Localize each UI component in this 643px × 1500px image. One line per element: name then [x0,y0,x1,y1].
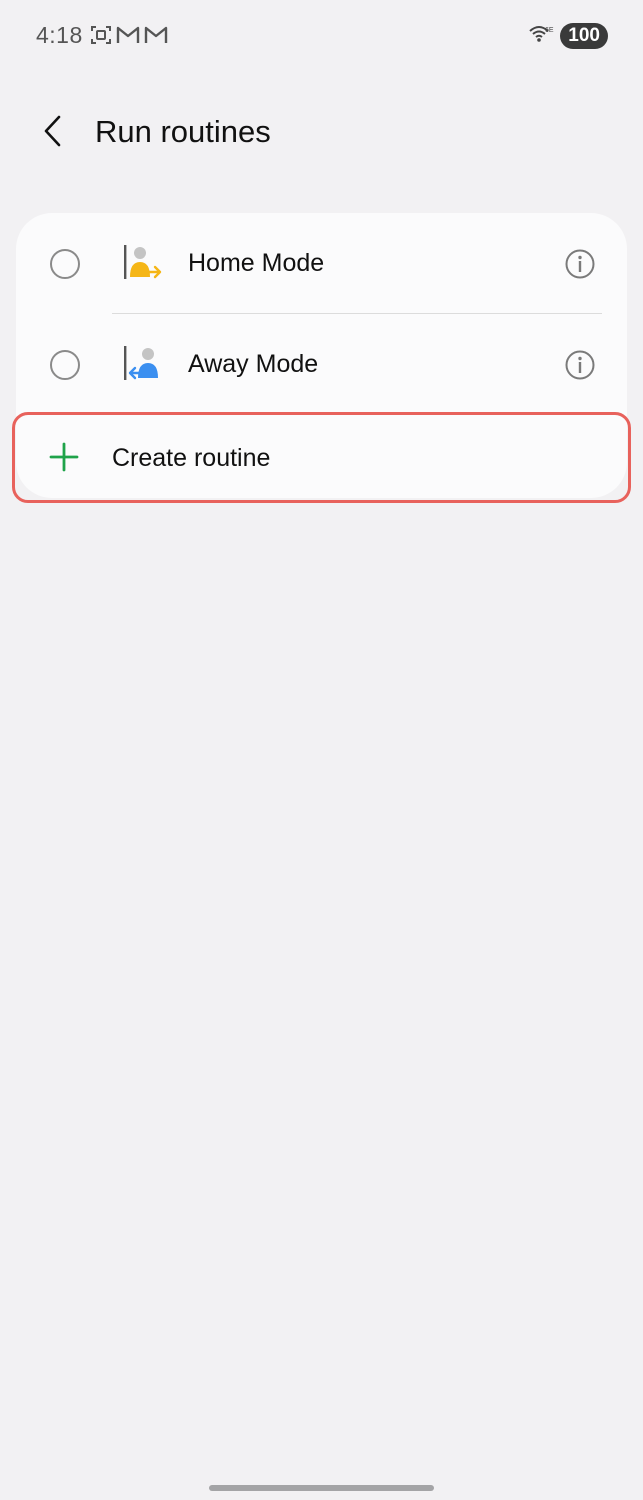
gmail-icon [144,24,168,46]
create-routine-label: Create routine [112,444,271,472]
info-icon [565,249,595,279]
status-notification-icons [90,24,168,46]
screenshot-icon [90,24,112,46]
status-time: 4:18 [36,22,83,48]
home-mode-icon [120,243,164,283]
back-button[interactable] [28,108,78,158]
chevron-left-icon [41,114,65,153]
page-title: Run routines [95,114,271,149]
away-mode-label: Away Mode [188,350,319,378]
status-bar: 4:18 6E 100 [0,0,643,72]
home-mode-radio[interactable] [50,249,80,279]
away-mode-info-button[interactable] [564,349,596,381]
screen: 4:18 6E 100 Run routines Home Mode Away … [0,0,643,1500]
home-mode-info-button[interactable] [564,248,596,280]
create-routine-button[interactable]: Create routine [16,413,627,498]
routine-row-away-mode[interactable]: Away Mode [16,314,627,414]
wifi-icon: 6E [528,24,554,49]
status-right: 6E 100 [528,23,608,49]
gmail-icon [116,24,140,46]
away-mode-radio[interactable] [50,350,80,380]
header: Run routines [0,100,643,166]
plus-icon [48,441,80,473]
battery-level: 100 [560,23,608,49]
away-mode-icon [120,344,164,384]
home-mode-label: Home Mode [188,249,325,277]
info-icon [565,350,595,380]
home-indicator[interactable] [209,1485,434,1491]
wifi-label: 6E [545,27,554,34]
routines-card: Home Mode Away Mode Create routine [16,213,627,498]
routine-row-home-mode[interactable]: Home Mode [16,213,627,313]
